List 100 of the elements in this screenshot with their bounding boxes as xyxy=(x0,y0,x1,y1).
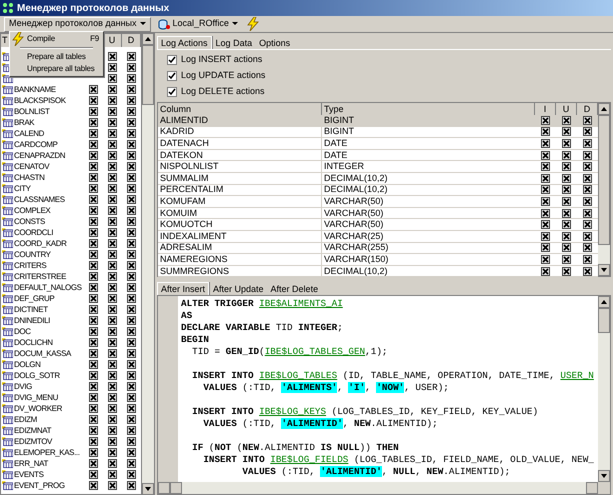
manager-dropdown[interactable]: Менеджер протоколов данных xyxy=(4,16,151,32)
checkbox[interactable] xyxy=(108,305,117,314)
checkbox[interactable] xyxy=(108,118,117,127)
table-name[interactable]: CALEND xyxy=(14,128,44,139)
table-name[interactable]: EDIZMNAT xyxy=(14,425,52,436)
checkbox[interactable] xyxy=(108,195,117,204)
table-name[interactable]: ERR_NAT xyxy=(14,458,48,469)
checkbox[interactable] xyxy=(89,140,98,149)
table-name[interactable]: CONSTS xyxy=(14,216,45,227)
checkbox[interactable] xyxy=(127,173,136,182)
checkbox[interactable] xyxy=(583,243,592,252)
checkbox[interactable] xyxy=(108,382,117,391)
checkbox[interactable] xyxy=(127,327,136,336)
checkbox[interactable] xyxy=(108,129,117,138)
checkbox[interactable] xyxy=(562,208,571,218)
table-row[interactable]: SUMMREGIONS DECIMAL(10,2) xyxy=(158,266,598,278)
checkbox[interactable] xyxy=(583,254,592,264)
table-name[interactable]: EDIZM xyxy=(14,414,37,425)
checkbox[interactable] xyxy=(89,437,98,446)
table-name[interactable]: CARDCOMP xyxy=(14,139,58,150)
checkbox[interactable] xyxy=(89,195,98,204)
table-name[interactable]: COORDCLI xyxy=(14,227,54,238)
checkbox[interactable] xyxy=(89,206,98,215)
checkbox[interactable] xyxy=(541,254,550,264)
checkbox[interactable] xyxy=(541,208,550,218)
tab[interactable]: Options xyxy=(256,37,294,49)
checkbox[interactable] xyxy=(89,481,98,490)
checkbox[interactable] xyxy=(167,71,177,81)
table-name[interactable]: CITY xyxy=(14,183,31,194)
checkbox[interactable] xyxy=(108,393,117,402)
checkbox[interactable] xyxy=(562,116,571,125)
checkbox[interactable] xyxy=(108,206,117,215)
table-row[interactable]: DATENACH DATE xyxy=(158,138,598,150)
checkbox[interactable] xyxy=(127,382,136,391)
tab[interactable]: Log Data xyxy=(212,37,256,49)
table-row[interactable]: INDEXALIMENT VARCHAR(25) xyxy=(158,230,598,243)
checkbox[interactable] xyxy=(562,185,571,194)
table-name[interactable]: EVENTS xyxy=(14,469,44,480)
checkbox[interactable] xyxy=(127,239,136,248)
table-name[interactable]: DVIG_MENU xyxy=(14,392,58,403)
checkbox[interactable] xyxy=(108,294,117,303)
checkbox[interactable] xyxy=(127,63,136,72)
checkbox[interactable] xyxy=(108,404,117,413)
checkbox[interactable] xyxy=(127,294,136,303)
checkbox[interactable] xyxy=(562,138,571,148)
checkbox[interactable] xyxy=(89,459,98,468)
checkbox[interactable] xyxy=(108,338,117,347)
checkbox[interactable] xyxy=(108,140,117,149)
checkbox[interactable] xyxy=(89,217,98,226)
checkbox[interactable] xyxy=(108,426,117,435)
scrollbar[interactable] xyxy=(142,33,154,495)
checkbox[interactable] xyxy=(127,184,136,193)
checkbox[interactable] xyxy=(89,129,98,138)
scrollbar[interactable] xyxy=(598,296,610,482)
checkbox[interactable] xyxy=(108,151,117,160)
checkbox[interactable] xyxy=(89,426,98,435)
checkbox[interactable] xyxy=(89,261,98,270)
checkbox[interactable] xyxy=(108,283,117,292)
checkbox[interactable] xyxy=(89,85,98,94)
checkbox[interactable] xyxy=(89,107,98,116)
checkbox[interactable] xyxy=(127,448,136,457)
table-name[interactable]: DEFAULT_NALOGS xyxy=(14,282,82,293)
checkbox[interactable] xyxy=(108,371,117,380)
checkbox[interactable] xyxy=(541,116,550,125)
checkbox[interactable] xyxy=(562,150,571,160)
table-name[interactable]: BLACKSPISOK xyxy=(14,95,66,106)
checkbox[interactable] xyxy=(167,55,177,65)
checkbox[interactable] xyxy=(583,116,592,125)
checkbox[interactable] xyxy=(583,127,592,136)
checkbox[interactable] xyxy=(108,107,117,116)
table-name[interactable]: COMPLEX xyxy=(14,205,50,216)
checkbox[interactable] xyxy=(127,74,136,83)
table-row[interactable]: DATEKON DATE xyxy=(158,150,598,162)
checkbox[interactable] xyxy=(89,338,98,347)
checkbox[interactable] xyxy=(127,217,136,226)
checkbox[interactable] xyxy=(127,481,136,490)
checkbox[interactable] xyxy=(89,382,98,391)
checkbox[interactable] xyxy=(89,162,98,171)
checkbox[interactable] xyxy=(127,85,136,94)
checkbox[interactable] xyxy=(127,437,136,446)
checkbox[interactable] xyxy=(127,162,136,171)
checkbox[interactable] xyxy=(127,360,136,369)
checkbox[interactable] xyxy=(108,470,117,479)
table-name[interactable]: ELEMOPER_KAS... xyxy=(14,447,80,458)
checkbox[interactable] xyxy=(127,195,136,204)
tab[interactable]: After Insert xyxy=(157,282,210,295)
checkbox[interactable] xyxy=(89,415,98,424)
checkbox[interactable] xyxy=(89,404,98,413)
checkbox[interactable] xyxy=(108,316,117,325)
table-name[interactable]: COUNTRY xyxy=(14,249,51,260)
table-name[interactable]: CHASTN xyxy=(14,172,44,183)
checkbox[interactable] xyxy=(89,305,98,314)
checkbox[interactable] xyxy=(583,150,592,160)
checkbox[interactable] xyxy=(89,283,98,292)
checkbox[interactable] xyxy=(127,470,136,479)
menu-item[interactable]: Compile F9 xyxy=(10,33,103,45)
checkbox[interactable] xyxy=(562,162,571,172)
checkbox[interactable] xyxy=(108,74,117,83)
table-name[interactable]: DICTINET xyxy=(14,304,48,315)
checkbox[interactable] xyxy=(127,129,136,138)
